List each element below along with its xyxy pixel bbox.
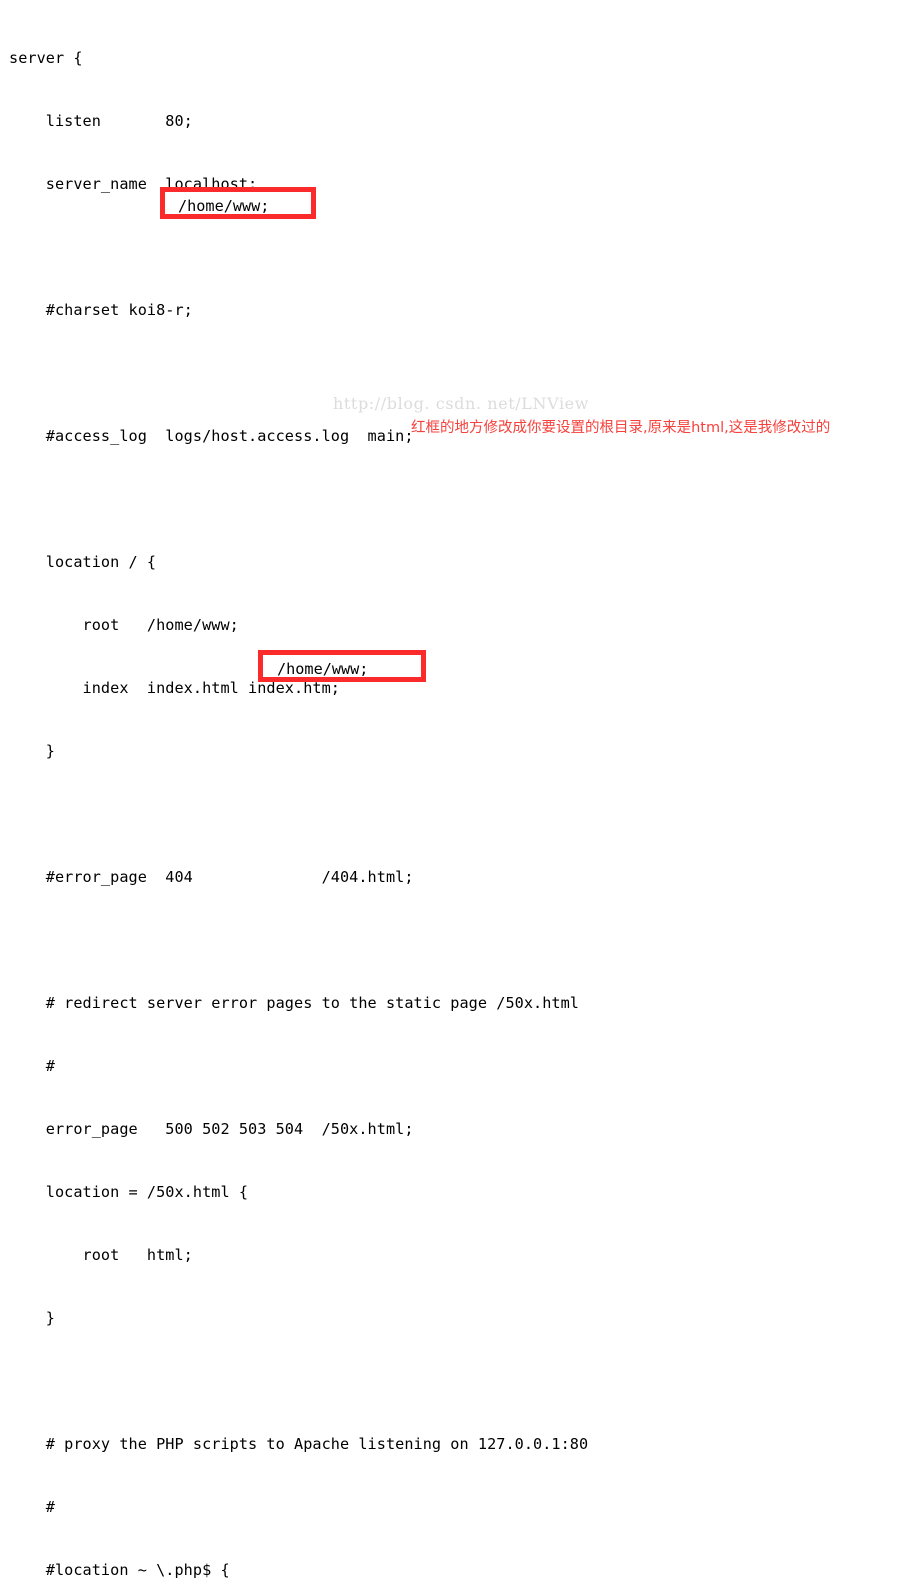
code-line: error_page 500 502 503 504 /50x.html;: [9, 1120, 414, 1138]
code-line: }: [9, 1309, 55, 1327]
code-line: # proxy the PHP scripts to Apache listen…: [9, 1435, 589, 1453]
code-line: location = /50x.html {: [9, 1183, 249, 1201]
highlight-box-fastcgi-root-home: /home/www;: [258, 650, 426, 682]
code-line: }: [9, 742, 55, 760]
code-line: #charset koi8-r;: [9, 301, 193, 319]
code-line: root html;: [9, 1246, 193, 1264]
code-line: root /home/www;: [9, 616, 239, 634]
code-line: location / {: [9, 553, 157, 571]
code-line: #location ~ \.php$ {: [9, 1561, 230, 1579]
code-line: index index.html index.htm;: [9, 679, 340, 697]
highlight-text: /home/www;: [277, 660, 369, 678]
code-line: #error_page 404 /404.html;: [9, 868, 414, 886]
code-line: listen 80;: [9, 112, 193, 130]
watermark-url: http://blog. csdn. net/LNView: [333, 394, 590, 413]
code-line: # redirect server error pages to the sta…: [9, 994, 580, 1012]
highlight-text: /home/www;: [178, 197, 270, 215]
code-line: server_name localhost;: [9, 175, 258, 193]
code-line: server {: [9, 49, 83, 67]
annotation-note: 红框的地方修改成你要设置的根目录,原来是html,这是我修改过的: [411, 420, 831, 436]
code-line: #: [9, 1057, 55, 1075]
code-line: #: [9, 1498, 55, 1516]
highlight-box-root-home: /home/www;: [160, 187, 316, 219]
